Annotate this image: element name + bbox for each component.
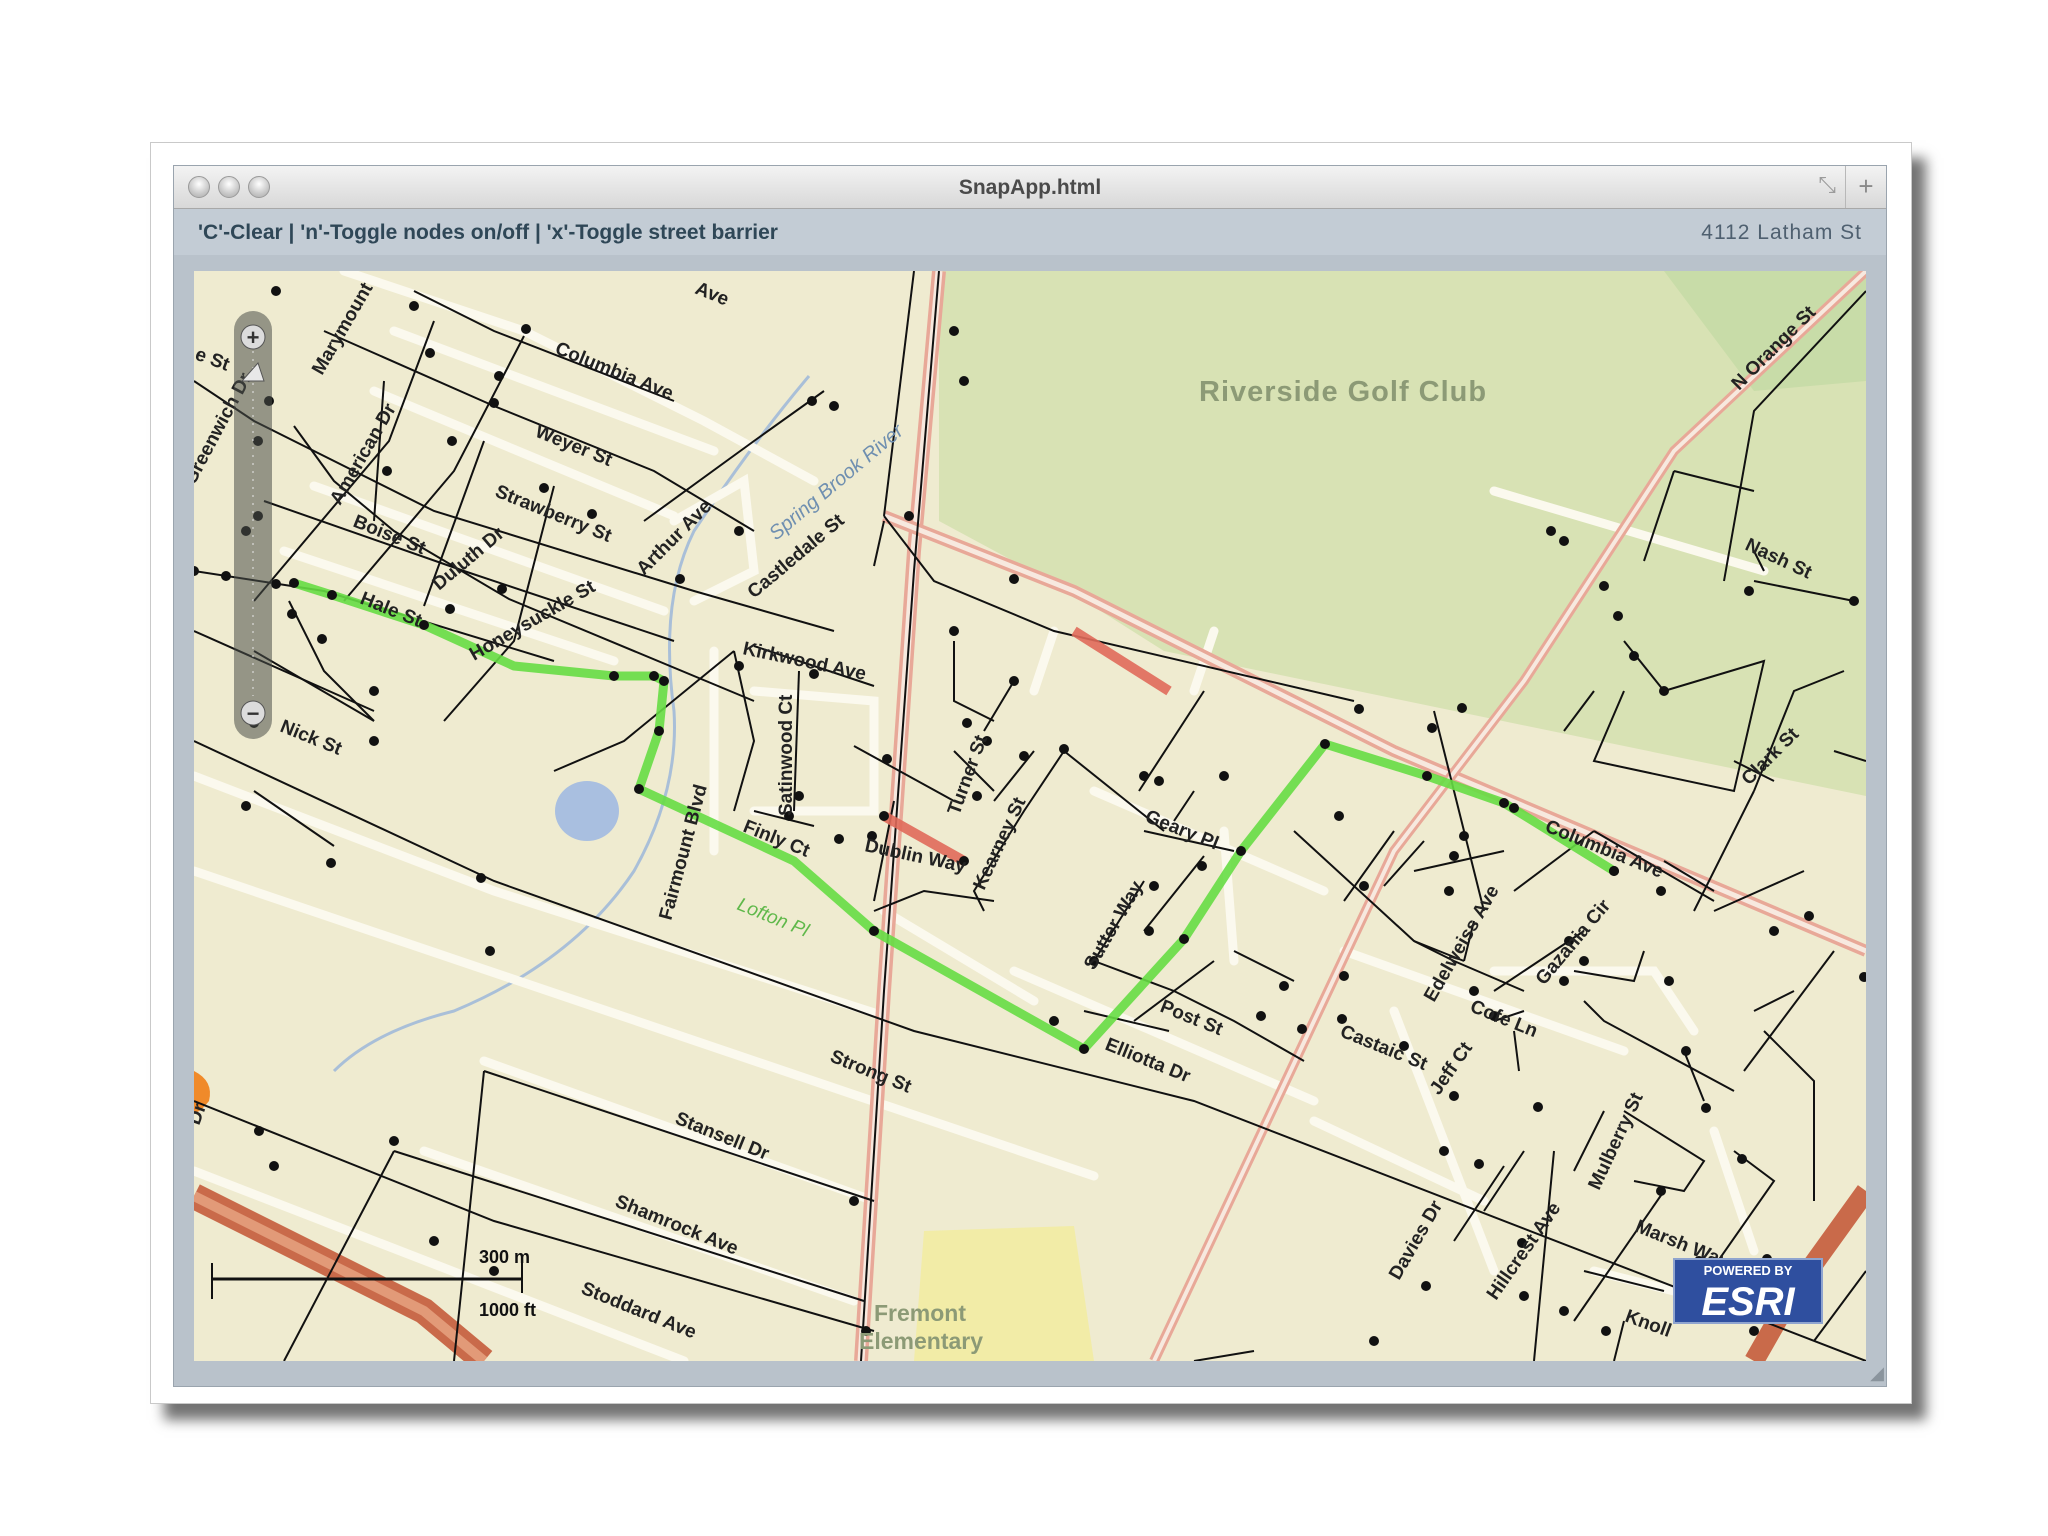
label-left-st: e St [194, 344, 233, 376]
instruction-bar: 'C'-Clear | 'n'-Toggle nodes on/off | 'x… [174, 209, 1886, 255]
zoom-out-icon: − [247, 701, 260, 726]
map-view[interactable]: Ave e St Columbia Ave Marymount Greenwic… [194, 271, 1866, 1361]
label-kirkwood: Kirkwood Ave [741, 638, 868, 685]
label-knoll: Knoll [1622, 1306, 1674, 1342]
zoom-slider[interactable]: + − [234, 311, 272, 739]
map-canvas[interactable]: Ave e St Columbia Ave Marymount Greenwic… [194, 271, 1866, 1361]
esri-brand: ESRI [1701, 1280, 1795, 1324]
label-geary: Geary Pl [1142, 806, 1221, 854]
label-edelweiss: Edelweiss Ave [1420, 882, 1503, 1006]
keyboard-hint: 'C'-Clear | 'n'-Toggle nodes on/off | 'x… [198, 221, 778, 244]
label-stoddard: Stoddard Ave [578, 1278, 699, 1343]
resize-grip-icon[interactable]: ◢ [1870, 1363, 1884, 1384]
address-readout: 4112 Latham St [1701, 221, 1862, 244]
label-school-1: Fremont [874, 1300, 966, 1326]
label-jeff: Jeff Ct [1426, 1038, 1477, 1099]
label-mulberry: Mulberry St [1584, 1089, 1647, 1193]
fullscreen-icon[interactable]: ⤡ [1818, 172, 1836, 198]
label-sutter: Sutter Way [1080, 877, 1148, 973]
label-castaic: Castaic St [1337, 1021, 1431, 1075]
label-nick: Nick St [277, 716, 345, 760]
label-hillcrest: Hillcrest Ave [1483, 1199, 1565, 1304]
new-tab-button[interactable]: + [1845, 166, 1886, 208]
label-ave-top: Ave [692, 278, 732, 310]
label-davies: Davies Dr [1385, 1197, 1447, 1284]
window-title: SnapApp.html [958, 176, 1102, 199]
label-dublin: Dublin Way [863, 835, 968, 877]
label-cofe: Cofe Ln [1467, 996, 1540, 1042]
label-american: American Dr [326, 400, 401, 509]
label-columbia-2: Columbia Ave [1542, 816, 1666, 882]
label-turner: Turner St [944, 732, 992, 818]
scale-imperial: 1000 ft [479, 1300, 536, 1320]
title-bar[interactable]: SnapApp.html ⤡ + [174, 166, 1886, 209]
label-school-2: Elementary [859, 1328, 983, 1354]
pond [555, 781, 619, 841]
scale-metric: 300 m [479, 1247, 530, 1267]
label-marymount: Marymount [308, 279, 378, 379]
label-kearney: Kearney St [969, 794, 1030, 893]
zoom-in-icon: + [247, 325, 260, 350]
esri-logo[interactable]: POWERED BY ESRI [1673, 1258, 1823, 1324]
browser-window: SnapApp.html ⤡ + 'C'-Clear | 'n'-Toggle … [173, 165, 1887, 1387]
esri-powered-by: POWERED BY [1704, 1263, 1793, 1278]
label-satinwood: Satinwood Ct [776, 694, 797, 816]
label-lofton: Lofton Pl [734, 894, 812, 942]
label-golf-club: Riverside Golf Club [1199, 376, 1487, 408]
